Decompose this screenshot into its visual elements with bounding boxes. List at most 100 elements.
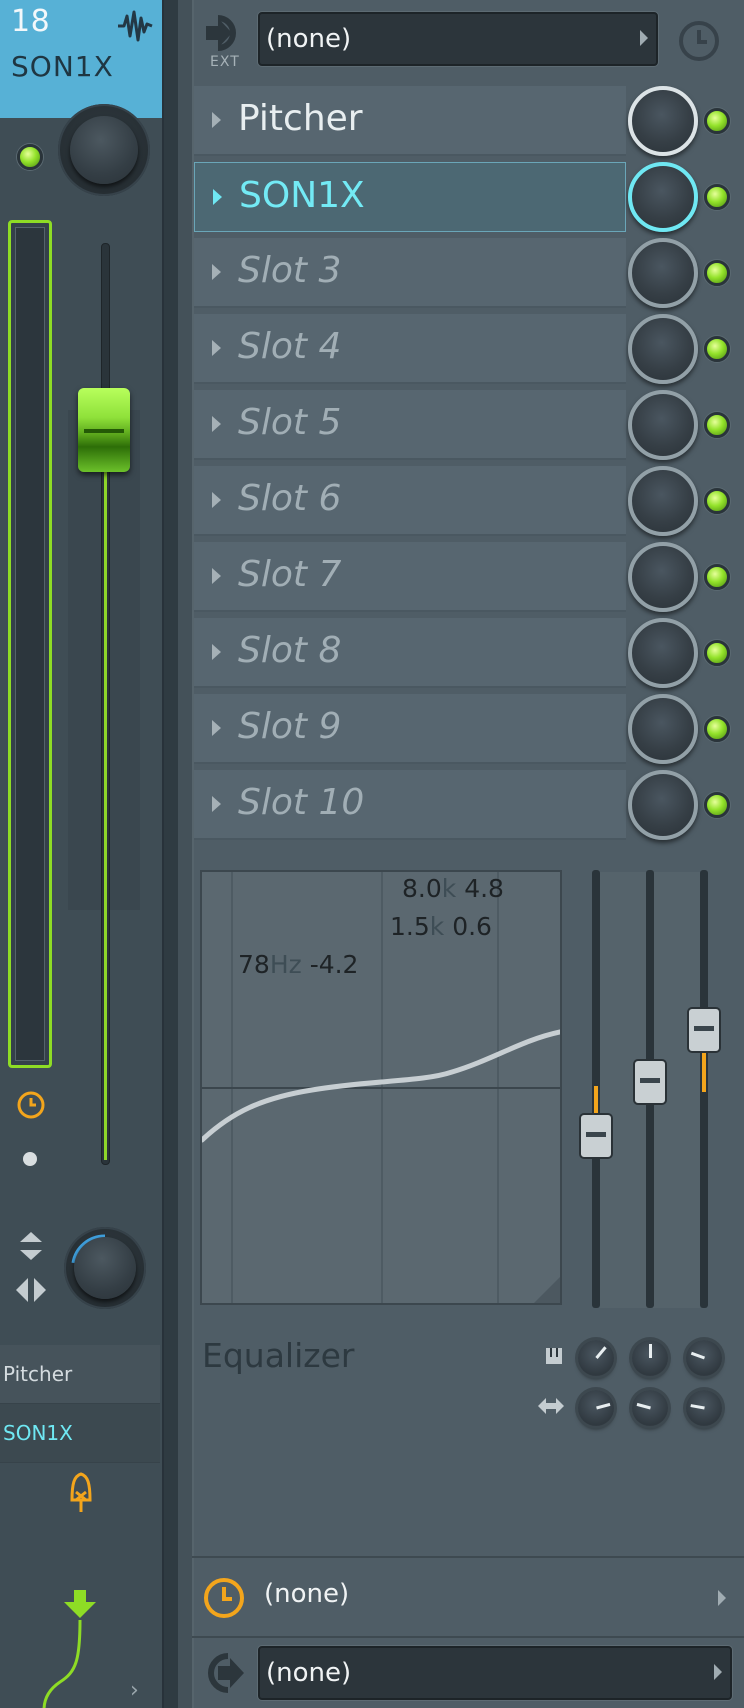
- eq-graph[interactable]: 78Hz -4.2 1.5k 0.6 8.0k 4.8: [200, 870, 562, 1305]
- effect-slot-body[interactable]: Slot 7: [194, 542, 626, 612]
- route-down-arrow-icon[interactable]: [62, 1588, 98, 1620]
- effect-slot[interactable]: Slot 6: [194, 466, 744, 536]
- input-select[interactable]: (none): [258, 12, 658, 66]
- expand-arrow-icon[interactable]: [212, 340, 221, 356]
- effect-enable-led[interactable]: [704, 792, 730, 818]
- eq-band-1-label: 78Hz -4.2: [238, 950, 359, 979]
- effect-slot[interactable]: Slot 10: [194, 770, 744, 840]
- effect-slot-body[interactable]: Slot 4: [194, 314, 626, 384]
- effect-enable-led[interactable]: [704, 640, 730, 666]
- effect-slot-body[interactable]: Slot 9: [194, 694, 626, 764]
- effect-slot[interactable]: SON1X: [194, 162, 744, 232]
- effect-mix-knob[interactable]: [628, 390, 698, 460]
- effect-enable-led[interactable]: [704, 564, 730, 590]
- expand-arrow-icon[interactable]: [212, 112, 221, 128]
- effect-slot-body[interactable]: Slot 10: [194, 770, 626, 840]
- effect-mix-knob[interactable]: [628, 770, 698, 840]
- effect-slot[interactable]: Slot 8: [194, 618, 744, 688]
- effect-enable-led[interactable]: [704, 412, 730, 438]
- mini-list-item[interactable]: SON1X: [0, 1404, 160, 1463]
- effect-slot[interactable]: Slot 5: [194, 390, 744, 460]
- effect-enable-led[interactable]: [704, 716, 730, 742]
- eq-bandwidth-knob-1[interactable]: [578, 1390, 614, 1426]
- effect-mix-knob[interactable]: [628, 694, 698, 764]
- effect-slot-name: Pitcher: [238, 98, 363, 139]
- expand-arrow-icon[interactable]: [212, 720, 221, 736]
- output-select[interactable]: (none): [258, 1646, 732, 1700]
- waveform-icon[interactable]: [116, 10, 154, 42]
- expand-arrow-icon[interactable]: [212, 264, 221, 280]
- eq-bandwidth-knob-3[interactable]: [686, 1390, 722, 1426]
- eq-freq-knob-2[interactable]: [632, 1340, 668, 1376]
- stereo-knob[interactable]: [74, 1237, 136, 1299]
- effect-mix-knob[interactable]: [628, 314, 698, 384]
- track-header[interactable]: 18 SON1X: [0, 0, 162, 118]
- effect-enable-led[interactable]: [704, 108, 730, 134]
- eq-freq-knob-3[interactable]: [686, 1340, 722, 1376]
- effect-slot-body[interactable]: SON1X: [194, 162, 626, 232]
- expand-arrow-icon[interactable]: [213, 189, 222, 205]
- clock-icon[interactable]: [202, 1576, 246, 1620]
- effect-mix-knob[interactable]: [628, 162, 698, 232]
- effect-slot[interactable]: Slot 9: [194, 694, 744, 764]
- send-select-value[interactable]: (none): [264, 1579, 349, 1609]
- eq-band-3-label: 8.0k 4.8: [402, 874, 504, 903]
- mixer-track-panel: 18 SON1X Pitcher SON1X › EXT (none) Pitc…: [0, 0, 744, 1708]
- volume-fader-handle[interactable]: [78, 388, 130, 472]
- eq-bandwidth-knob-2[interactable]: [632, 1390, 668, 1426]
- expand-arrow-icon[interactable]: [212, 492, 221, 508]
- effect-slot-body[interactable]: Slot 8: [194, 618, 626, 688]
- chevron-right-icon[interactable]: ›: [130, 1678, 139, 1703]
- separator: [192, 1556, 744, 1558]
- expand-arrow-icon[interactable]: [212, 568, 221, 584]
- track-number: 18: [11, 4, 51, 39]
- peak-meter: [8, 220, 52, 1068]
- mini-list-item[interactable]: Pitcher: [0, 1345, 160, 1404]
- effect-enable-led[interactable]: [704, 336, 730, 362]
- effect-slot[interactable]: Slot 4: [194, 314, 744, 384]
- effect-slot[interactable]: Slot 3: [194, 238, 744, 308]
- output-icon[interactable]: [202, 1650, 248, 1696]
- effect-slot-name: Slot 7: [238, 554, 342, 595]
- effect-slot[interactable]: Pitcher: [194, 86, 744, 156]
- effect-slot-body[interactable]: Slot 6: [194, 466, 626, 536]
- effect-mix-knob[interactable]: [628, 542, 698, 612]
- effect-mix-knob[interactable]: [628, 238, 698, 308]
- track-name: SON1X: [11, 50, 114, 83]
- effect-mix-knob[interactable]: [628, 86, 698, 156]
- expand-arrow-icon[interactable]: [212, 416, 221, 432]
- track-strip: 18 SON1X Pitcher SON1X ›: [0, 0, 162, 1708]
- effect-enable-led[interactable]: [704, 184, 730, 210]
- input-select-value: (none): [266, 24, 352, 54]
- stereo-width-icon: [16, 1278, 46, 1302]
- eq-fader-area: [578, 870, 728, 1310]
- effect-mix-knob[interactable]: [628, 618, 698, 688]
- clock-icon[interactable]: [16, 1090, 46, 1120]
- eq-fader-1-handle: [579, 1113, 613, 1159]
- track-enable-led[interactable]: [17, 144, 43, 170]
- pan-knob[interactable]: [70, 116, 138, 184]
- sidechain-icon[interactable]: [66, 1470, 96, 1514]
- effect-slot-body[interactable]: Slot 5: [194, 390, 626, 460]
- effect-slot-body[interactable]: Slot 3: [194, 238, 626, 308]
- dropdown-arrow-icon: [640, 30, 648, 46]
- ext-label: EXT: [210, 54, 240, 70]
- panel-divider: [178, 0, 194, 1708]
- expand-arrow-icon[interactable]: [212, 796, 221, 812]
- dropdown-arrow-icon[interactable]: [718, 1590, 726, 1606]
- external-input-icon[interactable]: [202, 14, 248, 52]
- effect-slot[interactable]: Slot 7: [194, 542, 744, 612]
- effect-enable-led[interactable]: [704, 488, 730, 514]
- effect-slot-body[interactable]: Pitcher: [194, 86, 626, 156]
- expand-arrow-icon[interactable]: [212, 644, 221, 660]
- record-dot[interactable]: [23, 1152, 37, 1166]
- eq-freq-knob-1[interactable]: [578, 1340, 614, 1376]
- effect-enable-led[interactable]: [704, 260, 730, 286]
- eq-curve: [202, 872, 560, 1303]
- effect-mix-knob[interactable]: [628, 466, 698, 536]
- effect-mini-list: Pitcher SON1X: [0, 1345, 160, 1463]
- clock-icon[interactable]: [676, 18, 722, 64]
- eq-band-2-label: 1.5k 0.6: [390, 912, 492, 941]
- effect-slot-name: Slot 10: [238, 782, 365, 823]
- separator: [192, 1636, 744, 1638]
